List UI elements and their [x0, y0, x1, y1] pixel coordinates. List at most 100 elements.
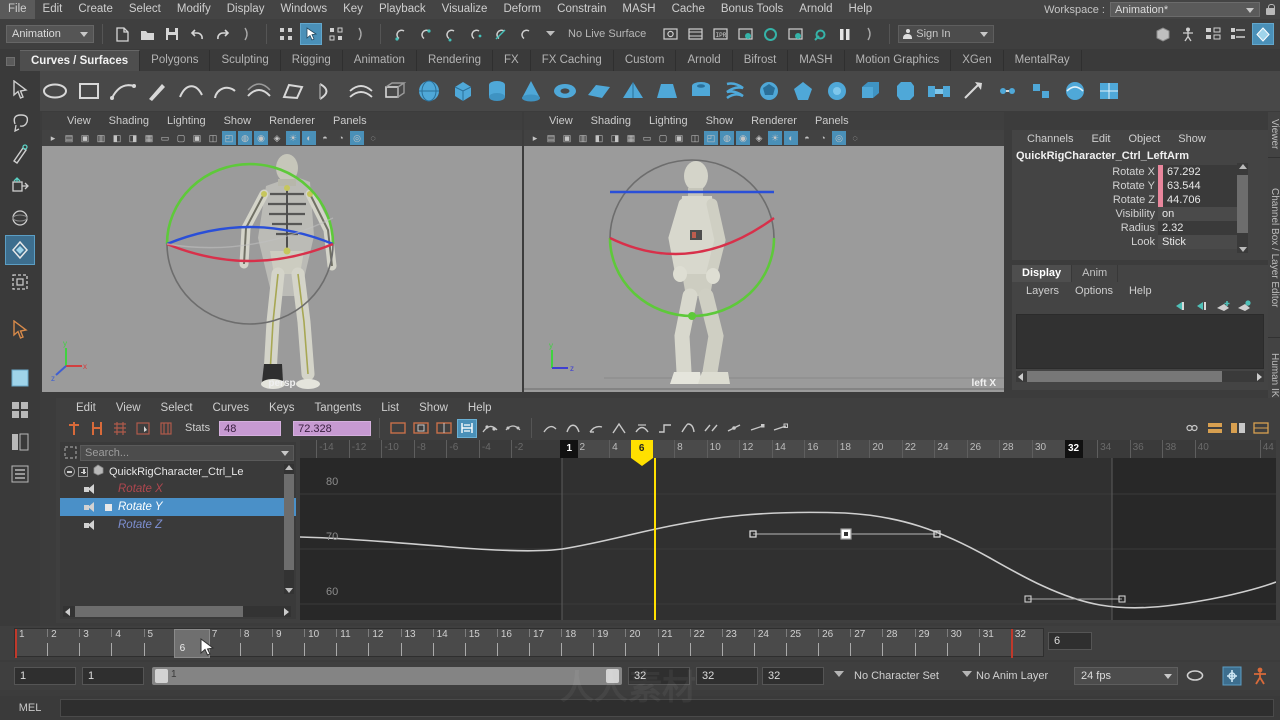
anim-layer-chevron-icon[interactable]: [962, 671, 972, 677]
scroll-down-arrow-icon[interactable]: [285, 588, 293, 593]
poly-prism-icon[interactable]: [652, 76, 682, 106]
animation-start-field[interactable]: 1: [14, 667, 76, 685]
channel-value[interactable]: Stick: [1158, 235, 1246, 249]
anim-layer-label[interactable]: No Anim Layer: [976, 670, 1048, 682]
graph-menu-keys[interactable]: Keys: [259, 402, 305, 414]
shelf-tab-fx-caching[interactable]: FX Caching: [531, 50, 614, 71]
menu-help[interactable]: Help: [841, 0, 881, 19]
loop-playback-icon[interactable]: [1186, 669, 1204, 685]
poly-platonic-icon[interactable]: [788, 76, 818, 106]
channel-row-rotate-y[interactable]: Rotate Y 63.544: [1012, 179, 1246, 193]
menu-playback[interactable]: Playback: [371, 0, 434, 19]
fps-dropdown[interactable]: 24 fps: [1074, 667, 1178, 685]
scroll-left-arrow-icon[interactable]: [1018, 372, 1023, 381]
time-editor-icon[interactable]: [1251, 419, 1271, 438]
shade-wireframe-icon[interactable]: ◉: [736, 131, 750, 145]
menu-edit[interactable]: Edit: [35, 0, 71, 19]
shelf-tab-mash[interactable]: MASH: [788, 50, 845, 71]
add-keys-icon[interactable]: [110, 419, 130, 438]
graph-menu-list[interactable]: List: [371, 402, 409, 414]
viewport-persp[interactable]: View Shading Lighting Show Renderer Pane…: [42, 112, 522, 392]
chevron-down-icon[interactable]: [539, 23, 561, 45]
pencil-curve-icon[interactable]: [142, 76, 172, 106]
menu-windows[interactable]: Windows: [272, 0, 335, 19]
render-settings-icon[interactable]: [734, 23, 756, 45]
viewport-left[interactable]: View Shading Lighting Show Renderer Pane…: [524, 112, 1004, 392]
step-tangent-icon[interactable]: [655, 419, 675, 438]
viewport-menu-show[interactable]: Show: [697, 115, 743, 127]
channel-box-menu-show[interactable]: Show: [1169, 133, 1215, 145]
image-plane-icon[interactable]: ▥: [94, 131, 108, 145]
two-sided-lighting-icon[interactable]: ◧: [110, 131, 124, 145]
unify-tangents-icon[interactable]: [724, 419, 744, 438]
shelf-tab-rigging[interactable]: Rigging: [281, 50, 343, 71]
shelf-tab-rendering[interactable]: Rendering: [417, 50, 494, 71]
single-view-layout[interactable]: [5, 363, 35, 393]
uv-editor-icon[interactable]: [1094, 76, 1124, 106]
use-all-lights-icon[interactable]: ☀: [768, 131, 782, 145]
channel-value[interactable]: 67.292: [1163, 165, 1246, 179]
menu-set-dropdown[interactable]: Animation: [6, 25, 94, 43]
poly-extrude-icon[interactable]: [856, 76, 886, 106]
shade-wireframe-icon[interactable]: ◉: [254, 131, 268, 145]
select-tool[interactable]: [5, 75, 35, 105]
viewport-menu-lighting[interactable]: Lighting: [640, 115, 697, 127]
vtab-channel-box-layer-editor[interactable]: Channel Box / Layer Editor: [1268, 158, 1280, 338]
scrollbar-thumb[interactable]: [1027, 371, 1222, 382]
menu-deform[interactable]: Deform: [495, 0, 549, 19]
viewport-menu-shading[interactable]: Shading: [582, 115, 640, 127]
layer-menu-layers[interactable]: Layers: [1018, 285, 1067, 297]
lattice-deform-ke[interactable]: [133, 419, 153, 438]
range-left-grip[interactable]: [155, 669, 168, 683]
tab-anim-layers[interactable]: Anim: [1072, 265, 1119, 282]
mel-command-input[interactable]: [60, 699, 1274, 717]
menu-bonus-tools[interactable]: Bonus Tools: [713, 0, 791, 19]
bookmark-icon[interactable]: ▣: [560, 131, 574, 145]
two-sided-lighting-icon[interactable]: ◧: [592, 131, 606, 145]
stats-frame-field[interactable]: 48: [219, 420, 282, 436]
graph-menu-curves[interactable]: Curves: [203, 402, 259, 414]
xray-icon[interactable]: ◎: [350, 131, 364, 145]
xray-joints-icon[interactable]: ◌: [848, 131, 862, 145]
poly-helix-icon[interactable]: [720, 76, 750, 106]
screen-space-ao-icon[interactable]: ◓: [318, 131, 332, 145]
outliner-channel-rotate-z[interactable]: Rotate Z: [60, 516, 296, 534]
scroll-right-arrow-icon[interactable]: [1257, 372, 1262, 381]
select-camera-icon[interactable]: ▸: [528, 131, 542, 145]
shelf-tab-motion-graphics[interactable]: Motion Graphics: [845, 50, 952, 71]
motion-blur-icon[interactable]: ◔: [816, 131, 830, 145]
range-right-grip[interactable]: [606, 669, 619, 683]
menu-visualize[interactable]: Visualize: [434, 0, 496, 19]
graph-menu-select[interactable]: Select: [151, 402, 203, 414]
outliner-layout[interactable]: [5, 459, 35, 489]
ep-curve-icon[interactable]: [108, 76, 138, 106]
menu-cache[interactable]: Cache: [664, 0, 713, 19]
shadows-icon[interactable]: ◐: [302, 131, 316, 145]
menu-key[interactable]: Key: [335, 0, 371, 19]
shelf-tab-bifrost[interactable]: Bifrost: [733, 50, 789, 71]
save-scene-icon[interactable]: [161, 23, 183, 45]
range-slider-track[interactable]: 1: [152, 667, 622, 685]
scrollbar-thumb[interactable]: [284, 474, 294, 570]
graph-menu-view[interactable]: View: [106, 402, 151, 414]
filter-icon[interactable]: [62, 445, 78, 460]
graph-playhead[interactable]: [654, 458, 656, 620]
resolution-gate-icon[interactable]: ▢: [174, 131, 188, 145]
open-graph-editor-icon[interactable]: [1228, 419, 1248, 438]
paint-select-tool[interactable]: [5, 139, 35, 169]
layer-next-icon[interactable]: [1195, 300, 1210, 312]
collapse-arrow-icon[interactable]: [350, 23, 372, 45]
channel-value[interactable]: 2.32: [1158, 221, 1246, 235]
stacked-curves-icon[interactable]: [1205, 419, 1225, 438]
shelf-menu-icon[interactable]: [6, 57, 15, 66]
pause-icon[interactable]: [834, 23, 856, 45]
exposure-icon[interactable]: ◫: [206, 131, 220, 145]
smooth-shade-all-icon[interactable]: ◍: [238, 131, 252, 145]
make-live-icon[interactable]: [514, 23, 536, 45]
revolve-surface-icon[interactable]: [312, 76, 342, 106]
move-nearest-picked-key-icon[interactable]: [64, 419, 84, 438]
layer-menu-options[interactable]: Options: [1067, 285, 1121, 297]
camera-attributes-icon[interactable]: ▤: [62, 131, 76, 145]
graph-menu-show[interactable]: Show: [409, 402, 458, 414]
channel-row-rotate-z[interactable]: Rotate Z 44.706: [1012, 193, 1246, 207]
